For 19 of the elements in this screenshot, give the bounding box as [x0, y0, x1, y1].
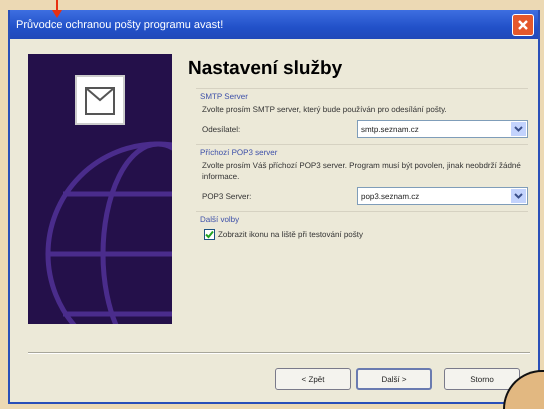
server-dropdown[interactable]: smtp.seznam.cz — [357, 120, 528, 138]
group-description: Zvolte prosím Váš příchozí POP3 server. Program musí být povolen, jinak neobdrží žádné informace. — [201, 160, 522, 182]
close-button[interactable] — [512, 14, 534, 36]
arrow-icon — [52, 0, 62, 18]
field-label: Odesílatel: — [202, 124, 240, 134]
server-dropdown[interactable]: pop3.seznam.cz — [357, 187, 528, 205]
field-label: POP3 Server: — [202, 192, 252, 200]
group-description: Zvolte prosím SMTP server, který bude používán pro odesílání pošty. — [201, 104, 448, 115]
wizard-button[interactable]: < Zpět — [275, 368, 351, 390]
wizard-button[interactable]: Další > — [356, 368, 432, 390]
window-title: Průvodce ochranou pošty programu avast! — [16, 18, 224, 30]
checkbox[interactable] — [204, 229, 215, 240]
close-icon — [517, 18, 529, 30]
page-heading: Nastavení služby — [188, 58, 344, 80]
group-title: SMTP Server — [200, 92, 249, 101]
wizard-button[interactable]: Storno — [444, 368, 520, 390]
checkbox-label: Zobrazit ikonu na liště při testování pošty — [218, 230, 363, 239]
group-title: Další volby — [200, 215, 240, 224]
group-title: Příchozí POP3 server — [200, 148, 278, 157]
